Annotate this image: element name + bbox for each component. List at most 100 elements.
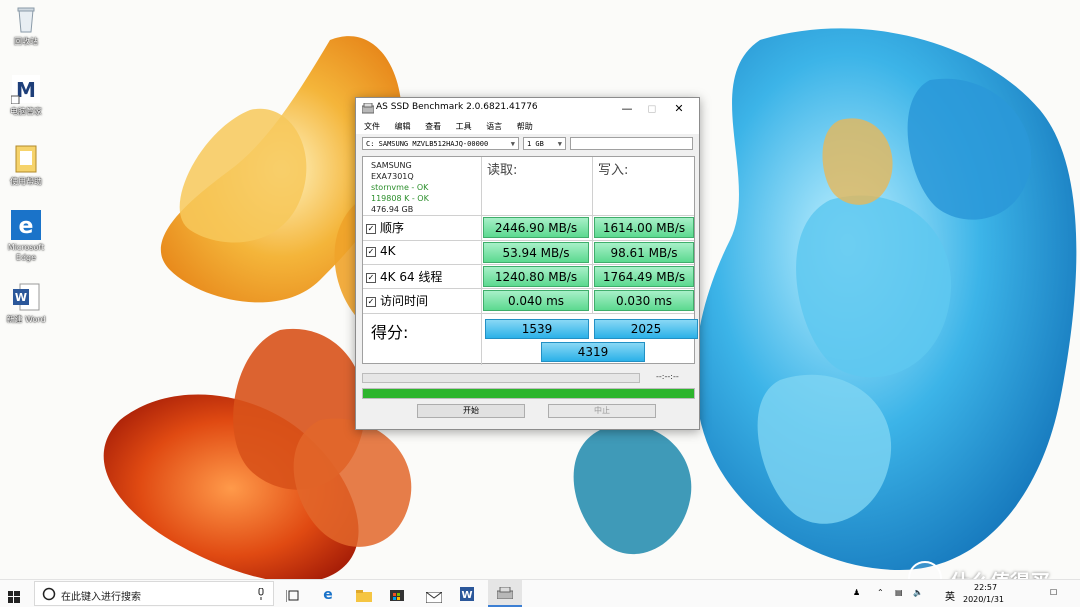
- taskbar-mail[interactable]: [425, 588, 443, 615]
- row-4k64-label[interactable]: ✓ 4K 64 线程: [366, 268, 442, 285]
- taskbar-edge[interactable]: e: [321, 586, 335, 613]
- maximize-button[interactable]: ◻: [640, 98, 664, 119]
- divider: [363, 313, 694, 314]
- people-icon[interactable]: ♟: [853, 588, 860, 597]
- store-icon: [390, 590, 404, 601]
- word-icon: W: [460, 587, 474, 601]
- menu-edit[interactable]: 编辑: [395, 119, 411, 134]
- menu-view[interactable]: 查看: [425, 119, 441, 134]
- edge-icon: e: [323, 587, 333, 603]
- watermark-text: 什么值得买: [950, 566, 1050, 579]
- alignment-status: 119808 K - OK: [371, 194, 429, 203]
- app-drive-icon: [362, 103, 374, 114]
- task-view-button[interactable]: [285, 587, 300, 614]
- score-write-value: 2025: [594, 319, 698, 339]
- divider: [363, 288, 694, 289]
- row-4k-label[interactable]: ✓ 4K: [366, 244, 396, 258]
- svg-text:e: e: [19, 214, 34, 239]
- menu-help[interactable]: 帮助: [517, 119, 533, 134]
- extra-field[interactable]: [570, 137, 693, 150]
- drive-info: SAMSUNG EXA7301Q stornvme - OK 119808 K …: [371, 160, 429, 215]
- start-button[interactable]: 开始: [417, 404, 525, 418]
- search-circle-icon: [42, 587, 56, 601]
- write-column-header: 写入:: [598, 163, 629, 178]
- taskbar: 在此键入进行搜索 e W ♟ ⌃ ▤ 🔈 英 22:57 2020/1/31 ☐: [0, 579, 1080, 607]
- desktop: 回收站 M 电脑管家 使用帮助 e Microsoft Edge W 新建 Wo…: [0, 0, 1080, 579]
- desktop-icon-label: 电脑管家: [10, 107, 42, 116]
- taskbar-store[interactable]: [390, 586, 404, 613]
- volume-icon[interactable]: 🔈: [913, 588, 923, 597]
- row-access-time-label[interactable]: ✓ 访问时间: [366, 292, 428, 309]
- access-write-value: 0.030 ms: [594, 290, 694, 311]
- help-icon: [11, 144, 41, 174]
- close-button[interactable]: ✕: [667, 98, 691, 119]
- desktop-icon-pc-manager[interactable]: M 电脑管家: [4, 74, 48, 117]
- divider: [363, 215, 694, 216]
- divider: [363, 240, 694, 241]
- notification-icon[interactable]: ☐: [1050, 588, 1057, 597]
- menu-language[interactable]: 语言: [486, 119, 502, 134]
- desktop-icon-help[interactable]: 使用帮助: [4, 144, 48, 187]
- test-progress-bar: [362, 373, 640, 383]
- desktop-icon-label: 新建 Word: [6, 315, 46, 324]
- microphone-icon: [258, 588, 264, 600]
- as-ssd-window: AS SSD Benchmark 2.0.6821.41776 — ◻ ✕ 文件…: [355, 97, 700, 430]
- drive-select[interactable]: C: SAMSUNG MZVLB512HAJQ-00000 ▼: [362, 137, 519, 150]
- word-icon: W: [11, 282, 41, 312]
- checkbox-icon: ✓: [366, 247, 376, 257]
- clock-time[interactable]: 22:57: [974, 583, 997, 592]
- desktop-icon-word[interactable]: W 新建 Word: [4, 282, 48, 325]
- divider: [592, 157, 593, 313]
- stop-button[interactable]: 中止: [548, 404, 656, 418]
- 4k-write-value: 98.61 MB/s: [594, 242, 694, 263]
- checkbox-icon: ✓: [366, 297, 376, 307]
- taskbar-search[interactable]: 在此键入进行搜索: [34, 581, 274, 606]
- clock-date[interactable]: 2020/1/31: [963, 595, 1004, 604]
- svg-text:W: W: [461, 590, 472, 601]
- 4k64-write-value: 1764.49 MB/s: [594, 266, 694, 287]
- desktop-icon-recycle-bin[interactable]: 回收站: [4, 4, 48, 47]
- edge-icon: e: [11, 210, 41, 240]
- chevron-down-icon: ▼: [510, 140, 515, 148]
- divider: [481, 157, 482, 365]
- chevron-down-icon: ▼: [557, 140, 562, 148]
- checkbox-icon: ✓: [366, 224, 376, 234]
- folder-icon: [356, 590, 372, 602]
- score-read-value: 1539: [485, 319, 589, 339]
- drive-select-value: C: SAMSUNG MZVLB512HAJQ-00000: [366, 140, 489, 148]
- windows-logo-icon: [8, 591, 20, 603]
- desktop-icon-label: 回收站: [14, 37, 38, 46]
- recycle-bin-icon: [11, 4, 41, 34]
- results-grid: SAMSUNG EXA7301Q stornvme - OK 119808 K …: [362, 156, 698, 365]
- svg-text:W: W: [15, 291, 27, 304]
- 4k-read-value: 53.94 MB/s: [483, 242, 589, 263]
- drive-model: EXA7301Q: [371, 172, 414, 181]
- network-icon[interactable]: ▤: [895, 588, 903, 597]
- read-column-header: 读取:: [487, 163, 518, 178]
- 4k64-read-value: 1240.80 MB/s: [483, 266, 589, 287]
- title-bar[interactable]: AS SSD Benchmark 2.0.6821.41776 — ◻ ✕: [356, 98, 699, 119]
- window-title: AS SSD Benchmark 2.0.6821.41776: [376, 102, 538, 112]
- size-select-value: 1 GB: [527, 140, 544, 148]
- task-view-icon: [285, 590, 299, 602]
- score-label: 得分:: [371, 323, 409, 342]
- menu-file[interactable]: 文件: [364, 119, 380, 134]
- minimize-button[interactable]: —: [615, 98, 639, 119]
- row-seq-label[interactable]: ✓ 顺序: [366, 219, 404, 236]
- overall-progress-bar: [362, 388, 695, 399]
- taskbar-word[interactable]: W: [460, 586, 474, 613]
- start-button-windows[interactable]: [8, 588, 20, 615]
- drive-vendor: SAMSUNG: [371, 161, 412, 170]
- drive-capacity: 476.94 GB: [371, 205, 414, 214]
- search-placeholder: 在此键入进行搜索: [61, 592, 141, 603]
- ime-indicator[interactable]: 英: [945, 588, 955, 603]
- taskbar-as-ssd[interactable]: [488, 580, 522, 607]
- desktop-icon-edge[interactable]: e Microsoft Edge: [4, 210, 48, 263]
- menu-tools[interactable]: 工具: [456, 119, 472, 134]
- chevron-up-icon[interactable]: ⌃: [877, 588, 884, 597]
- size-select[interactable]: 1 GB ▼: [523, 137, 566, 150]
- toolbar: C: SAMSUNG MZVLB512HAJQ-00000 ▼ 1 GB ▼: [362, 136, 693, 152]
- seq-write-value: 1614.00 MB/s: [594, 217, 694, 238]
- taskbar-file-explorer[interactable]: [356, 587, 372, 614]
- desktop-icon-label: 使用帮助: [10, 177, 42, 186]
